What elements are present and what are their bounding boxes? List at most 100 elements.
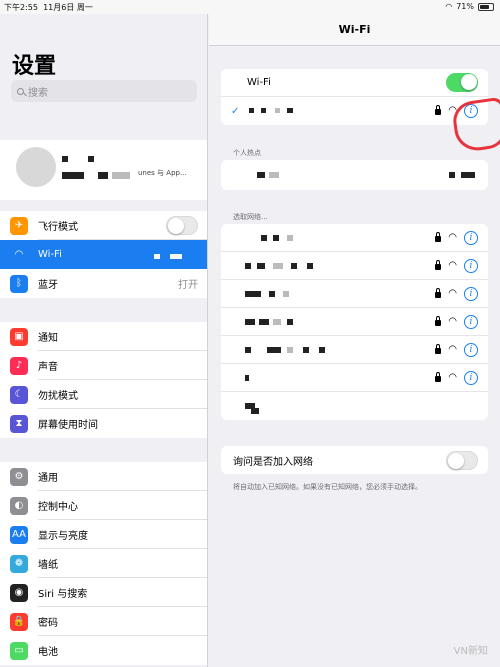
- wifi-detail-pane: Wi-Fi Wi-Fi ✓ ◠ i 个人热点 选取网络... ◠ i ◠ i ◠ i ◠ i ◠…: [209, 14, 500, 667]
- sidebar-item-siri[interactable]: ◉ Siri 与搜索: [0, 578, 207, 607]
- sidebar-item-wifi[interactable]: ◠ Wi-Fi: [0, 240, 207, 269]
- sidebar-item-sound[interactable]: ♪ 声音: [0, 351, 207, 380]
- network-row[interactable]: ◠ i: [221, 308, 488, 336]
- redaction-mark: [283, 291, 289, 297]
- sidebar-item-label: 蓝牙: [38, 280, 58, 291]
- sidebar-item-label: 电池: [38, 647, 58, 658]
- moon-icon: ☾: [10, 385, 28, 404]
- wifi-strength-icon: ◠: [448, 371, 457, 383]
- redaction-mark: [154, 254, 160, 259]
- watermark: VN新知: [453, 646, 488, 657]
- battery-icon: [478, 2, 494, 11]
- redaction-mark: [88, 156, 94, 162]
- info-icon[interactable]: i: [464, 230, 478, 245]
- redaction-mark: [259, 319, 269, 325]
- info-icon[interactable]: i: [464, 314, 478, 329]
- sidebar-item-label: Wi-Fi: [38, 249, 62, 260]
- sidebar-item-label: 勿扰模式: [38, 391, 78, 402]
- airplane-mode-toggle[interactable]: [166, 216, 198, 235]
- sidebar-item-airplane[interactable]: ✈ 飞行模式: [0, 211, 207, 240]
- network-row[interactable]: ◠ i: [221, 252, 488, 280]
- redaction-mark: [303, 347, 309, 353]
- wifi-strength-icon: ◠: [448, 343, 457, 355]
- sidebar-item-battery[interactable]: ▭ 电池: [0, 636, 207, 665]
- sidebar-item-notifications[interactable]: ▣ 通知: [0, 322, 207, 351]
- network-icons: ◠ i: [435, 286, 478, 301]
- status-time: 下午2:55: [4, 3, 38, 12]
- hotspot-section-label: 个人热点: [233, 149, 261, 157]
- settings-sidebar: 设置 搜索 unes 与 App... ✈ 飞行模式 ◠ Wi-Fi ᛒ 蓝牙 打开 ▣ 通知…: [0, 14, 208, 667]
- connected-network-row[interactable]: ✓ ◠ i: [221, 97, 488, 125]
- info-icon[interactable]: i: [464, 370, 478, 385]
- wifi-strength-icon: ◠: [448, 287, 457, 299]
- info-icon[interactable]: i: [464, 342, 478, 357]
- sidebar-item-gear[interactable]: ⚙ 通用: [0, 462, 207, 491]
- page-title: 设置: [12, 54, 57, 79]
- battery-icon: ▭: [10, 641, 28, 660]
- redaction-mark: [461, 172, 475, 178]
- sidebar-item-lock[interactable]: 🔒 密码: [0, 607, 207, 636]
- status-date: 11月6日 周一: [43, 3, 93, 12]
- wifi-toggle[interactable]: [446, 73, 478, 92]
- sidebar-item-label: 密码: [38, 618, 58, 629]
- sidebar-item-hourglass[interactable]: ⧗ 屏幕使用时间: [0, 409, 207, 438]
- redaction-mark: [245, 263, 251, 269]
- bluetooth-icon: ᛒ: [10, 274, 28, 293]
- network-row[interactable]: [221, 392, 488, 420]
- redaction-mark: [287, 347, 293, 353]
- redaction-mark: [261, 235, 267, 241]
- sidebar-item-label: 飞行模式: [38, 222, 78, 233]
- network-icons: ◠ i: [435, 370, 478, 385]
- redaction-mark: [307, 263, 313, 269]
- wifi-card: Wi-Fi ✓ ◠ i: [221, 69, 488, 125]
- nav-title: Wi-Fi: [209, 14, 500, 46]
- wifi-signal-icon: ◠: [445, 2, 453, 11]
- sidebar-item-label: 屏幕使用时间: [38, 420, 98, 431]
- ask-join-card: 询问是否加入网络: [221, 446, 488, 474]
- sidebar-item-moon[interactable]: ☾ 勿扰模式: [0, 380, 207, 409]
- network-row[interactable]: ◠ i: [221, 336, 488, 364]
- redaction-mark: [287, 319, 293, 325]
- wallpaper-icon: ❁: [10, 554, 28, 573]
- redaction-mark: [261, 108, 266, 113]
- sidebar-item-control-center[interactable]: ◐ 控制中心: [0, 491, 207, 520]
- lock-icon: [435, 343, 442, 354]
- sidebar-item-bluetooth[interactable]: ᛒ 蓝牙 打开: [0, 269, 207, 298]
- redaction-mark: [287, 108, 293, 113]
- display-icon: AA: [10, 525, 28, 544]
- redaction-mark: [245, 347, 251, 353]
- redaction-mark: [449, 172, 455, 178]
- redaction-mark: [62, 156, 68, 162]
- info-icon[interactable]: i: [464, 286, 478, 301]
- redaction-mark: [267, 347, 281, 353]
- sidebar-item-label: 通用: [38, 473, 58, 484]
- redaction-mark: [269, 291, 275, 297]
- search-icon: [17, 87, 24, 95]
- redaction-mark: [257, 263, 265, 269]
- network-row[interactable]: ◠ i: [221, 280, 488, 308]
- search-input[interactable]: 搜索: [11, 80, 197, 102]
- airplane-icon: ✈: [10, 216, 28, 235]
- redaction-mark: [249, 108, 254, 113]
- redaction-mark: [98, 172, 108, 179]
- sidebar-item-display[interactable]: AA 显示与亮度: [0, 520, 207, 549]
- status-right: ◠ 71%: [445, 2, 494, 11]
- sidebar-item-wallpaper[interactable]: ❁ 墙纸: [0, 549, 207, 578]
- choose-network-label: 选取网络...: [233, 213, 268, 221]
- control-center-icon: ◐: [10, 496, 28, 515]
- lock-icon: 🔒: [10, 612, 28, 631]
- ask-join-row: 询问是否加入网络: [221, 446, 488, 474]
- settings-group-notifications: ▣ 通知 ♪ 声音 ☾ 勿扰模式 ⧗ 屏幕使用时间: [0, 322, 207, 438]
- hotspot-card[interactable]: [221, 160, 488, 190]
- account-row[interactable]: unes 与 App...: [0, 140, 207, 200]
- network-row[interactable]: ◠ i: [221, 364, 488, 392]
- info-icon[interactable]: i: [464, 258, 478, 273]
- network-row[interactable]: ◠ i: [221, 224, 488, 252]
- redaction-mark: [245, 375, 249, 381]
- lock-icon: [435, 231, 442, 242]
- redaction-mark: [245, 319, 255, 325]
- ask-join-toggle[interactable]: [446, 450, 478, 470]
- network-icons: ◠ i: [435, 230, 478, 245]
- sidebar-item-label: 通知: [38, 333, 58, 344]
- network-icons: ◠ i: [435, 342, 478, 357]
